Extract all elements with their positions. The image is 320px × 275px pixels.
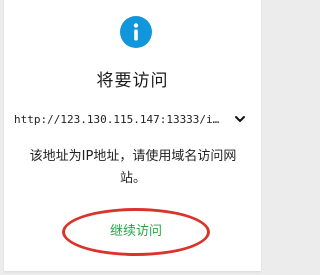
url-text: http://123.130.115.147:13333/i… (14, 112, 220, 126)
url-row[interactable]: http://123.130.115.147:13333/i… (14, 110, 246, 128)
continue-visit-button[interactable]: 继续访问 (62, 220, 210, 244)
info-icon (120, 16, 152, 48)
dialog-title: 将要访问 (96, 71, 169, 91)
chevron-down-icon[interactable] (234, 113, 246, 125)
visit-warning-dialog: 将要访问 http://123.130.115.147:13333/i… 该地址… (4, 0, 261, 271)
dialog-message: 该地址为IP地址，请使用域名访问网站。 (29, 149, 237, 186)
